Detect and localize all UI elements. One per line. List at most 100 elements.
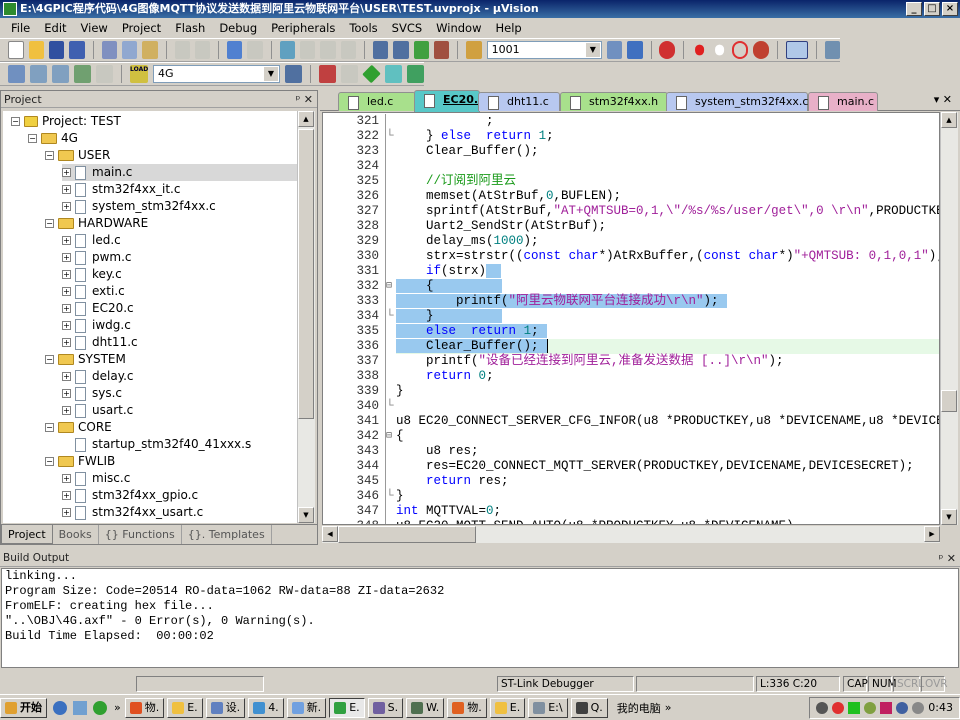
tree-item-file[interactable]: + exti.c	[62, 283, 125, 300]
code-line[interactable]: 327 sprintf(AtStrBuf,"AT+QMTSUB=0,1,\"/%…	[323, 204, 939, 219]
maximize-button[interactable]: □	[924, 2, 940, 16]
target-combo[interactable]: 4G ▼	[153, 65, 280, 83]
tree-item-folder[interactable]: − FWLIB	[45, 453, 115, 470]
code-editor[interactable]: 321 ; 322 └ } else return 1; 323 Clear_Buff…	[322, 112, 940, 525]
expand-icon[interactable]: +	[62, 202, 71, 211]
collapse-icon[interactable]: −	[45, 355, 54, 364]
code-line[interactable]: 348 u8 EC20_MQTT_SEND_AUTO(u8 *PRODUCTKEY…	[323, 519, 939, 524]
menu-tools[interactable]: Tools	[342, 21, 384, 35]
expand-icon[interactable]: +	[62, 406, 71, 415]
select-packs-icon[interactable]	[340, 65, 358, 83]
tab-project[interactable]: Project	[1, 525, 53, 544]
code-line[interactable]: 338 return 0;	[323, 369, 939, 384]
editor-tab-stm32f4xx-h[interactable]: stm32f4xx.h	[560, 92, 668, 111]
save-all-icon[interactable]	[69, 41, 85, 59]
window-layout-icon[interactable]	[785, 41, 808, 59]
taskbar-item[interactable]: 新.	[286, 697, 327, 718]
breakpoint-icon[interactable]	[694, 44, 704, 56]
minimize-button[interactable]: _	[906, 2, 922, 16]
browser-quicklaunch-icon[interactable]	[93, 700, 107, 715]
tree-item-root[interactable]: − Project: TEST	[11, 113, 121, 130]
paste-icon[interactable]	[142, 41, 158, 59]
tray-icon[interactable]	[816, 701, 829, 714]
taskbar-item[interactable]: E.	[329, 697, 365, 718]
tree-item-file[interactable]: + usart.c	[62, 402, 133, 419]
navigate-back-icon[interactable]	[227, 41, 243, 59]
taskbar-item[interactable]: E:\	[528, 697, 568, 718]
prev-bookmark-icon[interactable]	[300, 41, 316, 59]
rebuild-icon[interactable]	[52, 65, 70, 83]
code-line[interactable]: 332 ⊟ {	[323, 279, 939, 294]
unindent-icon[interactable]	[393, 41, 409, 59]
expand-icon[interactable]: +	[62, 338, 71, 347]
navigate-forward-icon[interactable]	[247, 41, 263, 59]
code-line[interactable]: 323 Clear_Buffer();	[323, 144, 939, 159]
build-output-text[interactable]: linking... Program Size: Code=20514 RO-da…	[1, 568, 959, 668]
debug-session-icon[interactable]	[659, 41, 675, 59]
menu-view[interactable]: View	[74, 21, 115, 35]
code-line[interactable]: 321 ;	[323, 114, 939, 129]
scroll-thumb[interactable]	[941, 390, 957, 412]
expand-icon[interactable]: +	[62, 185, 71, 194]
tree-item-file[interactable]: + stm32f4xx_gpio.c	[62, 487, 198, 504]
tree-item-folder[interactable]: − CORE	[45, 419, 112, 436]
scroll-up-icon[interactable]: ▲	[941, 112, 957, 128]
tray-icon[interactable]	[912, 701, 925, 714]
tree-item-target[interactable]: − 4G	[28, 130, 78, 147]
tree-item-file[interactable]: + key.c	[62, 266, 122, 283]
disable-all-breakpoints-icon[interactable]	[732, 41, 749, 59]
next-bookmark-icon[interactable]	[320, 41, 336, 59]
expand-icon[interactable]: +	[62, 304, 71, 313]
taskbar-item[interactable]: E.	[167, 697, 203, 718]
tree-item-file[interactable]: + main.c	[62, 164, 299, 181]
expand-icon[interactable]: +	[62, 372, 71, 381]
expand-icon[interactable]: +	[62, 321, 71, 330]
expand-icon[interactable]: +	[62, 270, 71, 279]
scroll-thumb[interactable]	[298, 129, 314, 419]
scroll-up-icon[interactable]: ▲	[298, 111, 314, 127]
incremental-find-icon[interactable]	[627, 41, 643, 59]
code-line[interactable]: 330 strx=strstr((const char*)AtRxBuffer,…	[323, 249, 939, 264]
tree-item-file[interactable]: + iwdg.c	[62, 317, 131, 334]
expand-icon[interactable]: +	[62, 236, 71, 245]
code-line[interactable]: 336 Clear_Buffer();	[323, 339, 939, 354]
pin-icon[interactable]: ᵖ	[939, 552, 944, 565]
code-line[interactable]: 334 └ }	[323, 309, 939, 324]
tray-icon[interactable]	[864, 701, 877, 714]
code-line[interactable]: 337 printf("设备已经连接到阿里云,准备发送数据 [..]\r\n")…	[323, 354, 939, 369]
project-tree-scrollbar[interactable]: ▲ ▼	[297, 111, 315, 523]
tree-item-folder[interactable]: − SYSTEM	[45, 351, 126, 368]
menu-window[interactable]: Window	[429, 21, 488, 35]
tree-item-file[interactable]: + pwm.c	[62, 249, 132, 266]
tree-item-file[interactable]: + stm32f4xx_usart.c	[62, 504, 203, 521]
expand-icon[interactable]: +	[62, 508, 71, 517]
tab-controls[interactable]: ▾ ✕	[934, 93, 952, 106]
code-line[interactable]: 347 int MQTTVAL=0;	[323, 504, 939, 519]
cut-icon[interactable]	[101, 41, 117, 59]
menu-peripherals[interactable]: Peripherals	[264, 21, 342, 35]
expand-icon[interactable]: +	[62, 491, 71, 500]
chevron-down-icon[interactable]: ▼	[263, 67, 278, 81]
find-combo[interactable]: 1001 ▼	[486, 41, 602, 59]
clear-bookmarks-icon[interactable]	[340, 41, 357, 59]
copy-icon[interactable]	[121, 41, 138, 59]
code-line[interactable]: 343 u8 res;	[323, 444, 939, 459]
collapse-icon[interactable]: −	[45, 457, 54, 466]
fold-gutter[interactable]: └	[385, 309, 395, 324]
quicklaunch-overflow-icon[interactable]: »	[114, 701, 121, 714]
editor-tab-EC20-c[interactable]: EC20.c	[414, 90, 485, 112]
taskbar-item[interactable]: 设.	[205, 697, 246, 718]
comment-icon[interactable]	[413, 41, 430, 59]
tab-templates[interactable]: {}. Templates	[182, 525, 272, 544]
tree-item-file[interactable]: + system_stm32f4xx.c	[62, 198, 216, 215]
code-line[interactable]: 345 return res;	[323, 474, 939, 489]
expand-icon[interactable]: +	[62, 253, 71, 262]
scroll-left-icon[interactable]: ◀	[322, 526, 338, 542]
stop-build-icon[interactable]	[96, 65, 114, 83]
taskbar-item[interactable]: W.	[406, 697, 445, 718]
fold-gutter[interactable]: └	[385, 129, 395, 144]
save-icon[interactable]	[49, 41, 65, 59]
tray-icon[interactable]	[832, 701, 845, 714]
close-icon[interactable]: ✕	[947, 552, 956, 565]
taskbar-item[interactable]: 4.	[248, 697, 284, 718]
